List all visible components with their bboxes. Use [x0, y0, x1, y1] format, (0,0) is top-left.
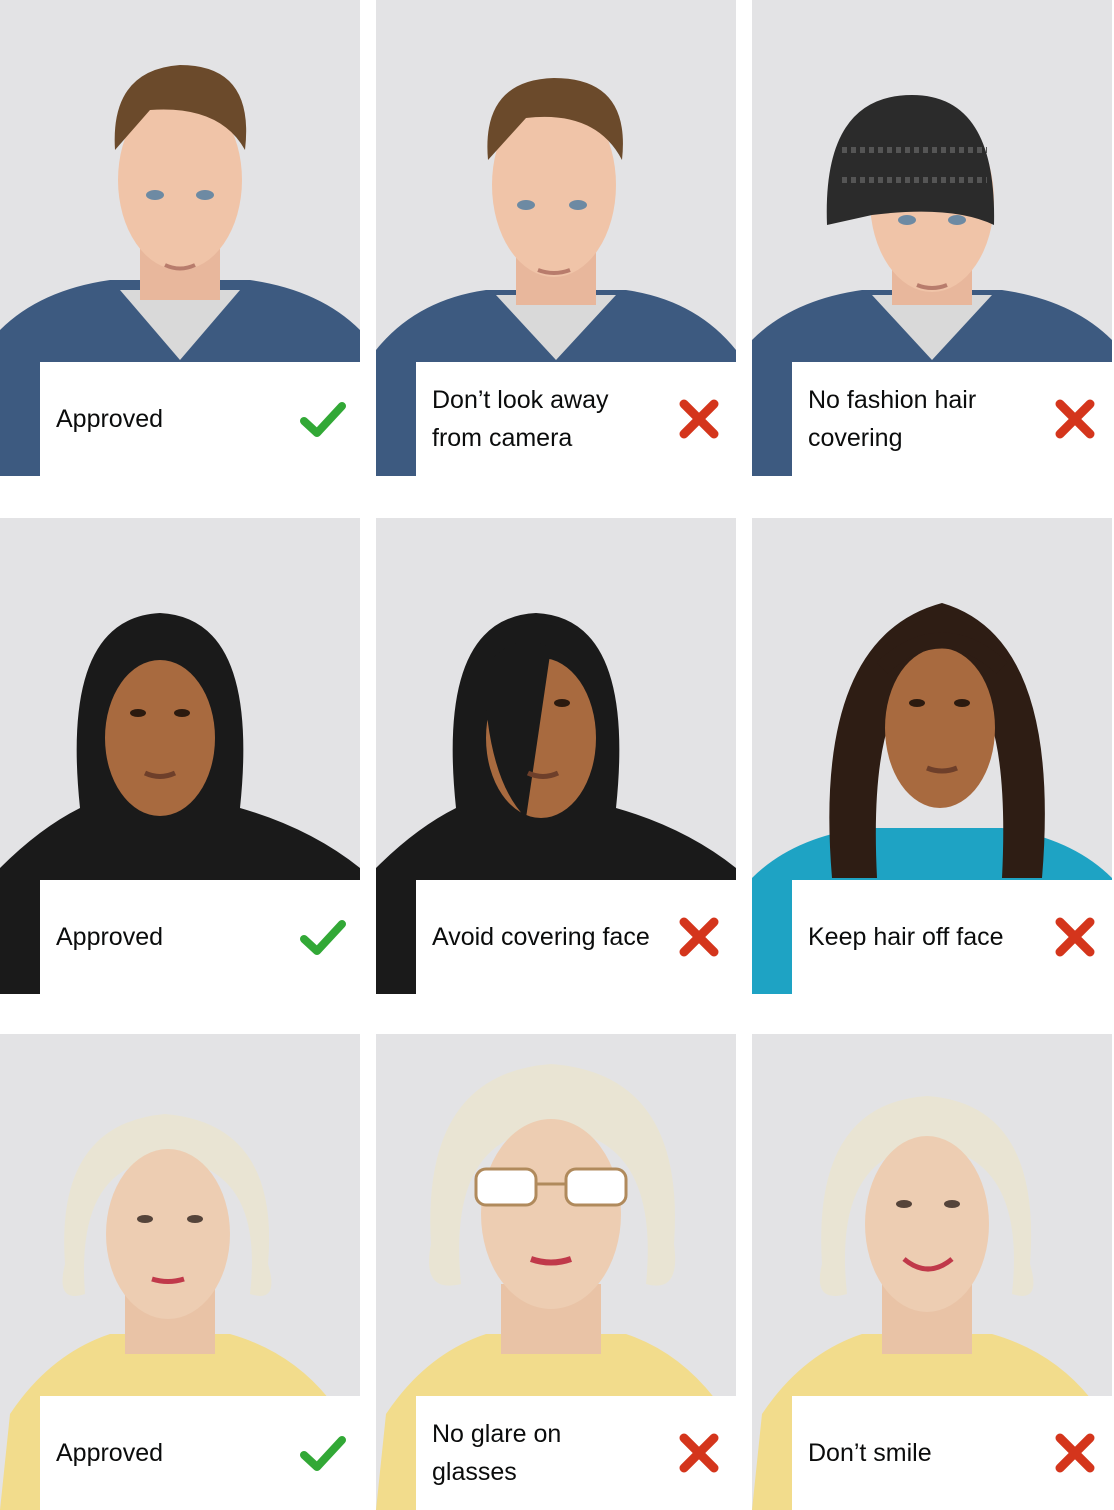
caption-label: Approved: [56, 1439, 164, 1467]
caption-label: Keep hair off face: [808, 923, 1004, 951]
photo-example-tile: Don’t look away from camera: [376, 0, 736, 476]
caption-box: Don’t smile: [792, 1396, 1112, 1510]
cross-icon: [679, 917, 719, 957]
cross-icon: [1055, 399, 1095, 439]
photo-example-tile: No glare on glasses: [376, 1034, 736, 1510]
photo-example-tile: Approved: [0, 0, 360, 476]
caption-box: No glare on glasses: [416, 1396, 736, 1510]
caption-box: Don’t look away from camera: [416, 362, 736, 476]
photo-guidance-grid: Approved Don’t look away from camera No …: [0, 0, 1114, 1510]
caption-box: No fashion hair covering: [792, 362, 1112, 476]
caption-box: Approved: [40, 362, 360, 476]
photo-example-tile: Approved: [0, 518, 360, 994]
caption-label: Approved: [56, 405, 164, 433]
check-icon: [300, 1436, 346, 1471]
caption-box: Keep hair off face: [792, 880, 1112, 994]
caption-label: Don’t look away from camera: [432, 386, 609, 452]
caption-box: Approved: [40, 1396, 360, 1510]
photo-example-tile: Approved: [0, 1034, 360, 1510]
cross-icon: [679, 399, 719, 439]
caption-label: Approved: [56, 923, 164, 951]
check-icon: [300, 920, 346, 955]
check-icon: [300, 402, 346, 437]
caption-label: No glare on glasses: [432, 1420, 562, 1486]
photo-example-tile: Keep hair off face: [752, 518, 1112, 994]
photo-example-tile: Avoid covering face: [376, 518, 736, 994]
cross-icon: [1055, 1433, 1095, 1473]
photo-example-tile: Don’t smile: [752, 1034, 1112, 1510]
photo-example-tile: No fashion hair covering: [752, 0, 1112, 476]
cross-icon: [679, 1433, 719, 1473]
caption-label: Avoid covering face: [432, 923, 650, 951]
caption-box: Avoid covering face: [416, 880, 736, 994]
caption-label: No fashion hair covering: [808, 386, 977, 452]
cross-icon: [1055, 917, 1095, 957]
caption-label: Don’t smile: [808, 1439, 932, 1467]
caption-box: Approved: [40, 880, 360, 994]
